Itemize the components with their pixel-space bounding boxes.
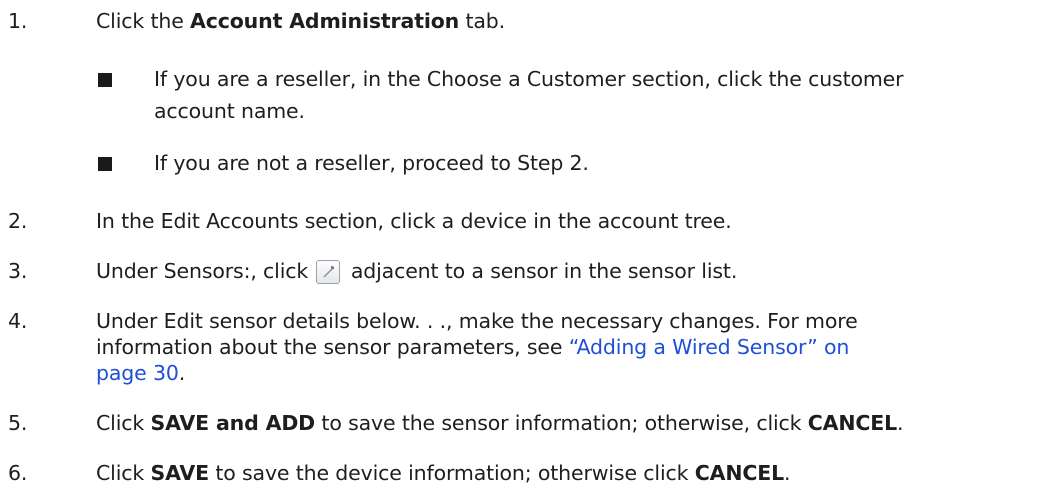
step-number: 3. — [8, 259, 28, 283]
text-run: to save the sensor information; otherwis… — [315, 411, 808, 435]
text-run: tab. — [459, 9, 506, 33]
step-text: Click the Account Administration tab. — [96, 8, 505, 34]
step-text: information about the sensor parameters,… — [96, 334, 849, 360]
text-run: to save the device information; otherwis… — [208, 461, 695, 485]
substep-text: account name. — [154, 99, 305, 123]
text-run: . — [178, 361, 186, 385]
text-run: . — [897, 411, 904, 435]
step-number: 1. — [8, 9, 28, 33]
step-text: Under Sensors:, click adjacent to a sens… — [96, 258, 737, 284]
step-text: Click SAVE and ADD to save the sensor in… — [96, 410, 904, 436]
substep-text: If you are a reseller, in the Choose a C… — [154, 67, 904, 91]
square-bullet-icon — [98, 157, 112, 171]
wrench-icon — [316, 260, 341, 284]
text-run: Under Sensors:, click — [96, 259, 315, 283]
ui-term: SAVE and ADD — [150, 411, 316, 435]
text-run: Click the — [96, 9, 191, 33]
square-bullet-icon — [98, 73, 112, 87]
ui-term: SAVE — [150, 461, 209, 485]
text-run: Click — [96, 461, 151, 485]
step-number: 5. — [8, 411, 28, 435]
step-text: page 30. — [96, 360, 185, 386]
substep-text: If you are not a reseller, proceed to St… — [154, 151, 589, 175]
text-run: . — [784, 461, 791, 485]
step-number: 4. — [8, 309, 28, 333]
step-number: 6. — [8, 461, 28, 485]
step-text: Click SAVE to save the device informatio… — [96, 460, 791, 486]
ui-term: Account Administration — [190, 9, 460, 33]
ui-term: CANCEL — [807, 411, 898, 435]
step-text: Under Edit sensor details below. . ., ma… — [96, 309, 858, 333]
cross-reference-link[interactable]: “Adding a Wired Sensor” on — [569, 335, 850, 359]
step-number: 2. — [8, 209, 28, 233]
text-run: adjacent to a sensor in the sensor list. — [344, 259, 738, 283]
step-text: In the Edit Accounts section, click a de… — [96, 209, 732, 233]
cross-reference-link[interactable]: page 30 — [96, 361, 179, 385]
ui-term: CANCEL — [694, 461, 784, 485]
text-run: Click — [96, 411, 151, 435]
text-run: information about the sensor parameters,… — [96, 335, 569, 359]
